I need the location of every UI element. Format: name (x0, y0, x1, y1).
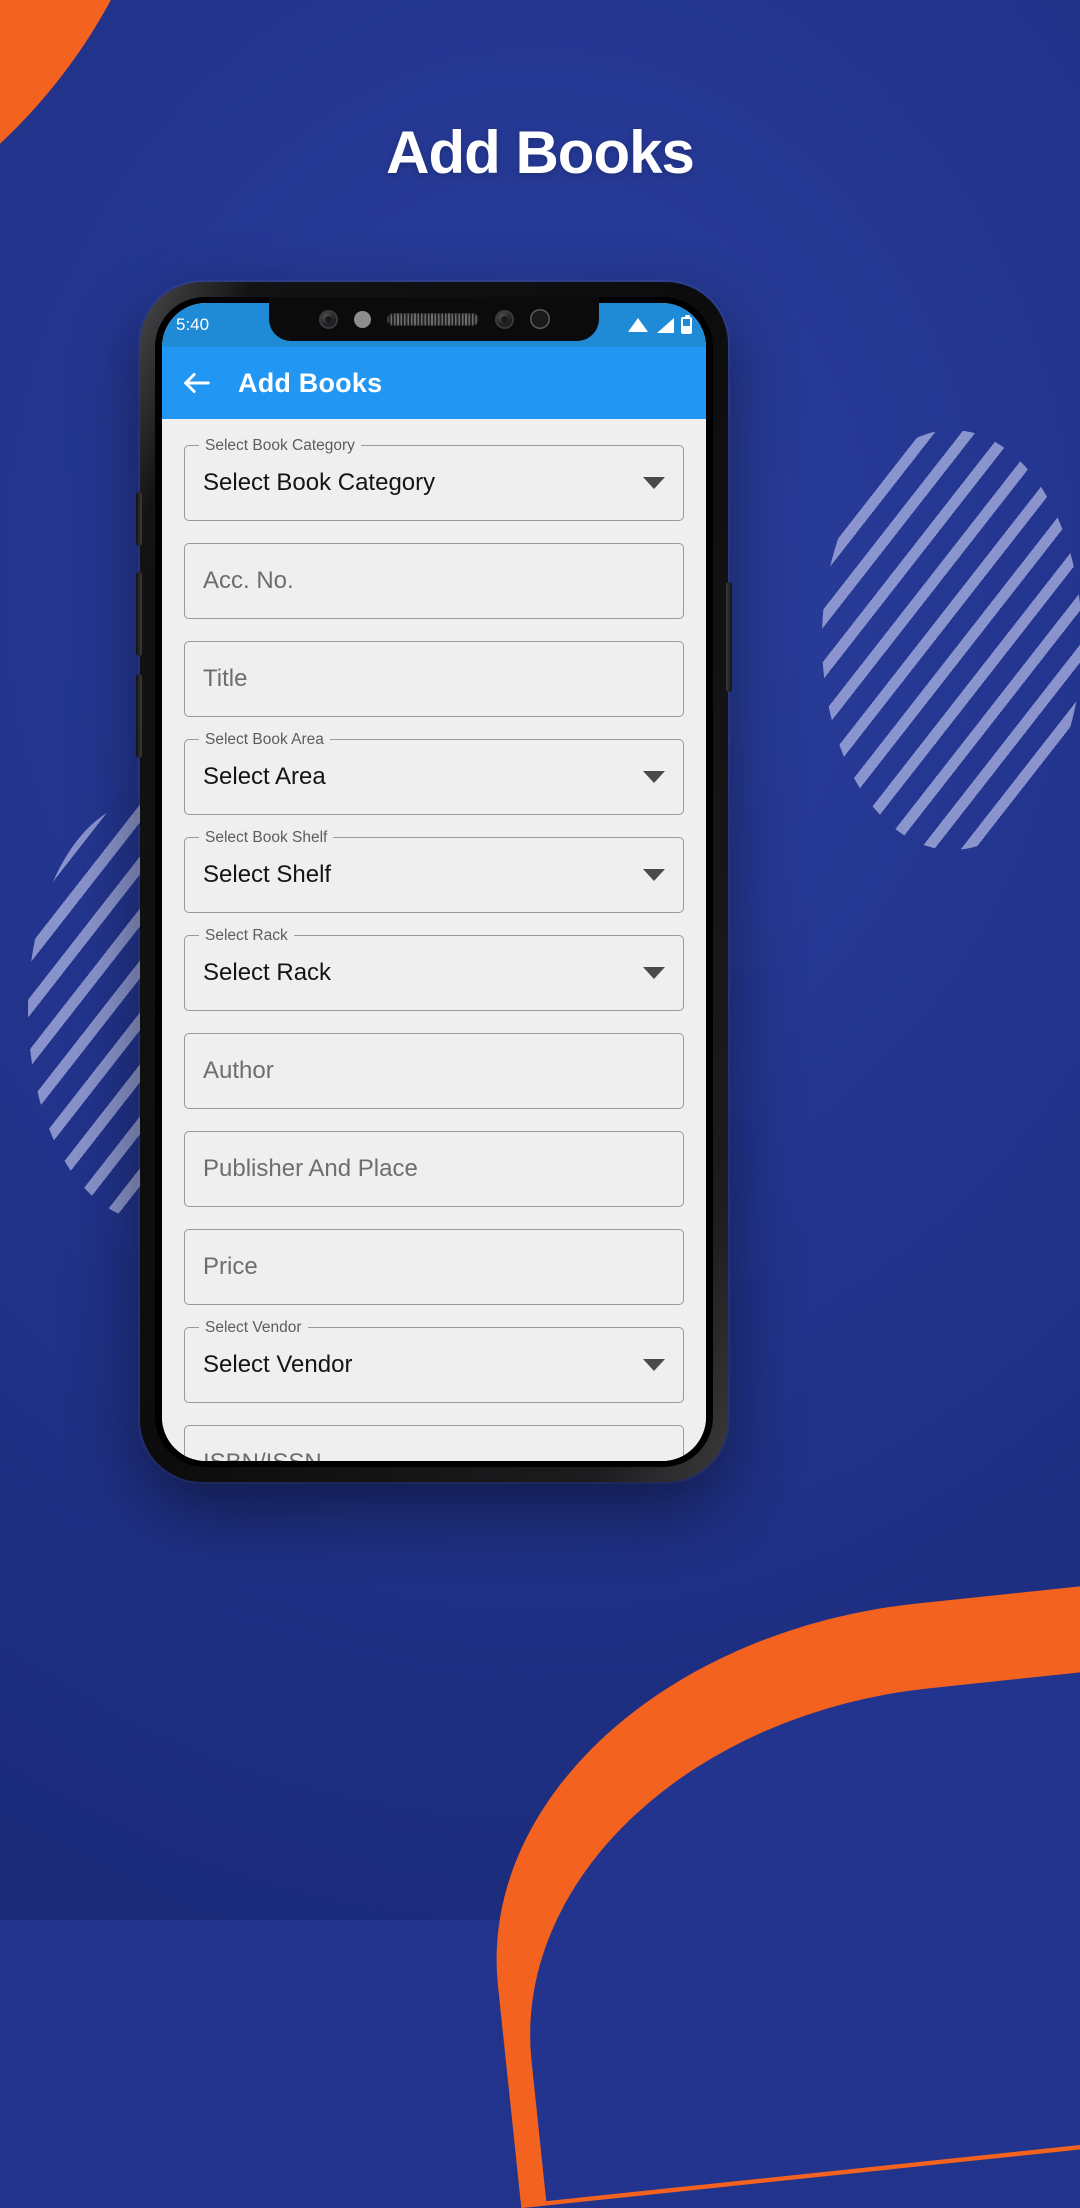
decorative-stripe-circle-right (822, 430, 1080, 850)
field-value-vendor: Select Vendor (203, 1351, 353, 1378)
field-isbn-issn[interactable]: ISBN/ISSN (184, 1425, 684, 1461)
front-camera-icon (318, 309, 338, 329)
earpiece-speaker-icon (386, 312, 479, 326)
field-label-vendor: Select Vendor (199, 1317, 308, 1339)
phone-bezel: 5:40 Add Books Select Book Category Sele… (155, 297, 713, 1467)
phone-volume-down-button (136, 674, 142, 758)
field-book-area[interactable]: Select Book Area Select Area (184, 729, 684, 815)
field-placeholder-isbn-issn: ISBN/ISSN (203, 1449, 322, 1461)
field-value-book-area: Select Area (203, 763, 326, 790)
field-price[interactable]: Price (184, 1229, 684, 1305)
phone-notch (269, 297, 599, 341)
field-book-category[interactable]: Select Book Category Select Book Categor… (184, 435, 684, 521)
phone-power-button (726, 582, 732, 692)
proximity-sensor-icon (353, 310, 371, 328)
field-book-shelf[interactable]: Select Book Shelf Select Shelf (184, 827, 684, 913)
field-label-book-area: Select Book Area (199, 729, 330, 751)
field-value-rack: Select Rack (203, 959, 332, 986)
phone-screen: 5:40 Add Books Select Book Category Sele… (162, 303, 706, 1461)
chevron-down-icon[interactable] (643, 771, 665, 783)
battery-icon (681, 314, 692, 334)
field-placeholder-price: Price (203, 1253, 258, 1280)
field-label-rack: Select Rack (199, 925, 294, 947)
field-acc-no[interactable]: Acc. No. (184, 543, 684, 619)
field-value-book-shelf: Select Shelf (203, 861, 332, 888)
field-publisher-and-place[interactable]: Publisher And Place (184, 1131, 684, 1207)
phone-side-button-top (136, 492, 142, 546)
phone-volume-up-button (136, 572, 142, 656)
app-bar: Add Books (162, 347, 706, 419)
field-value-book-category: Select Book Category (203, 469, 436, 496)
field-placeholder-acc-no: Acc. No. (203, 567, 294, 594)
chevron-down-icon[interactable] (643, 869, 665, 881)
field-label-book-shelf: Select Book Shelf (199, 827, 334, 849)
wifi-icon (628, 318, 648, 332)
field-placeholder-author: Author (203, 1057, 274, 1084)
back-arrow-icon[interactable] (180, 366, 214, 400)
field-author[interactable]: Author (184, 1033, 684, 1109)
field-placeholder-title: Title (203, 665, 248, 692)
chevron-down-icon[interactable] (643, 1359, 665, 1371)
field-placeholder-publisher-and-place: Publisher And Place (203, 1155, 418, 1182)
chevron-down-icon[interactable] (643, 967, 665, 979)
chevron-down-icon[interactable] (643, 477, 665, 489)
promo-title: Add Books (386, 119, 695, 186)
signal-icon (655, 317, 674, 333)
field-vendor[interactable]: Select Vendor Select Vendor (184, 1317, 684, 1403)
field-rack[interactable]: Select Rack Select Rack (184, 925, 684, 1011)
phone-mockup: 5:40 Add Books Select Book Category Sele… (136, 282, 732, 1482)
front-camera-secondary-icon (494, 309, 514, 329)
add-books-form: Select Book Category Select Book Categor… (162, 419, 706, 1461)
field-label-book-category: Select Book Category (199, 435, 361, 457)
field-title[interactable]: Title (184, 641, 684, 717)
light-sensor-icon (529, 309, 550, 329)
app-bar-title: Add Books (238, 367, 383, 398)
status-bar-clock: 5:40 (176, 315, 210, 334)
